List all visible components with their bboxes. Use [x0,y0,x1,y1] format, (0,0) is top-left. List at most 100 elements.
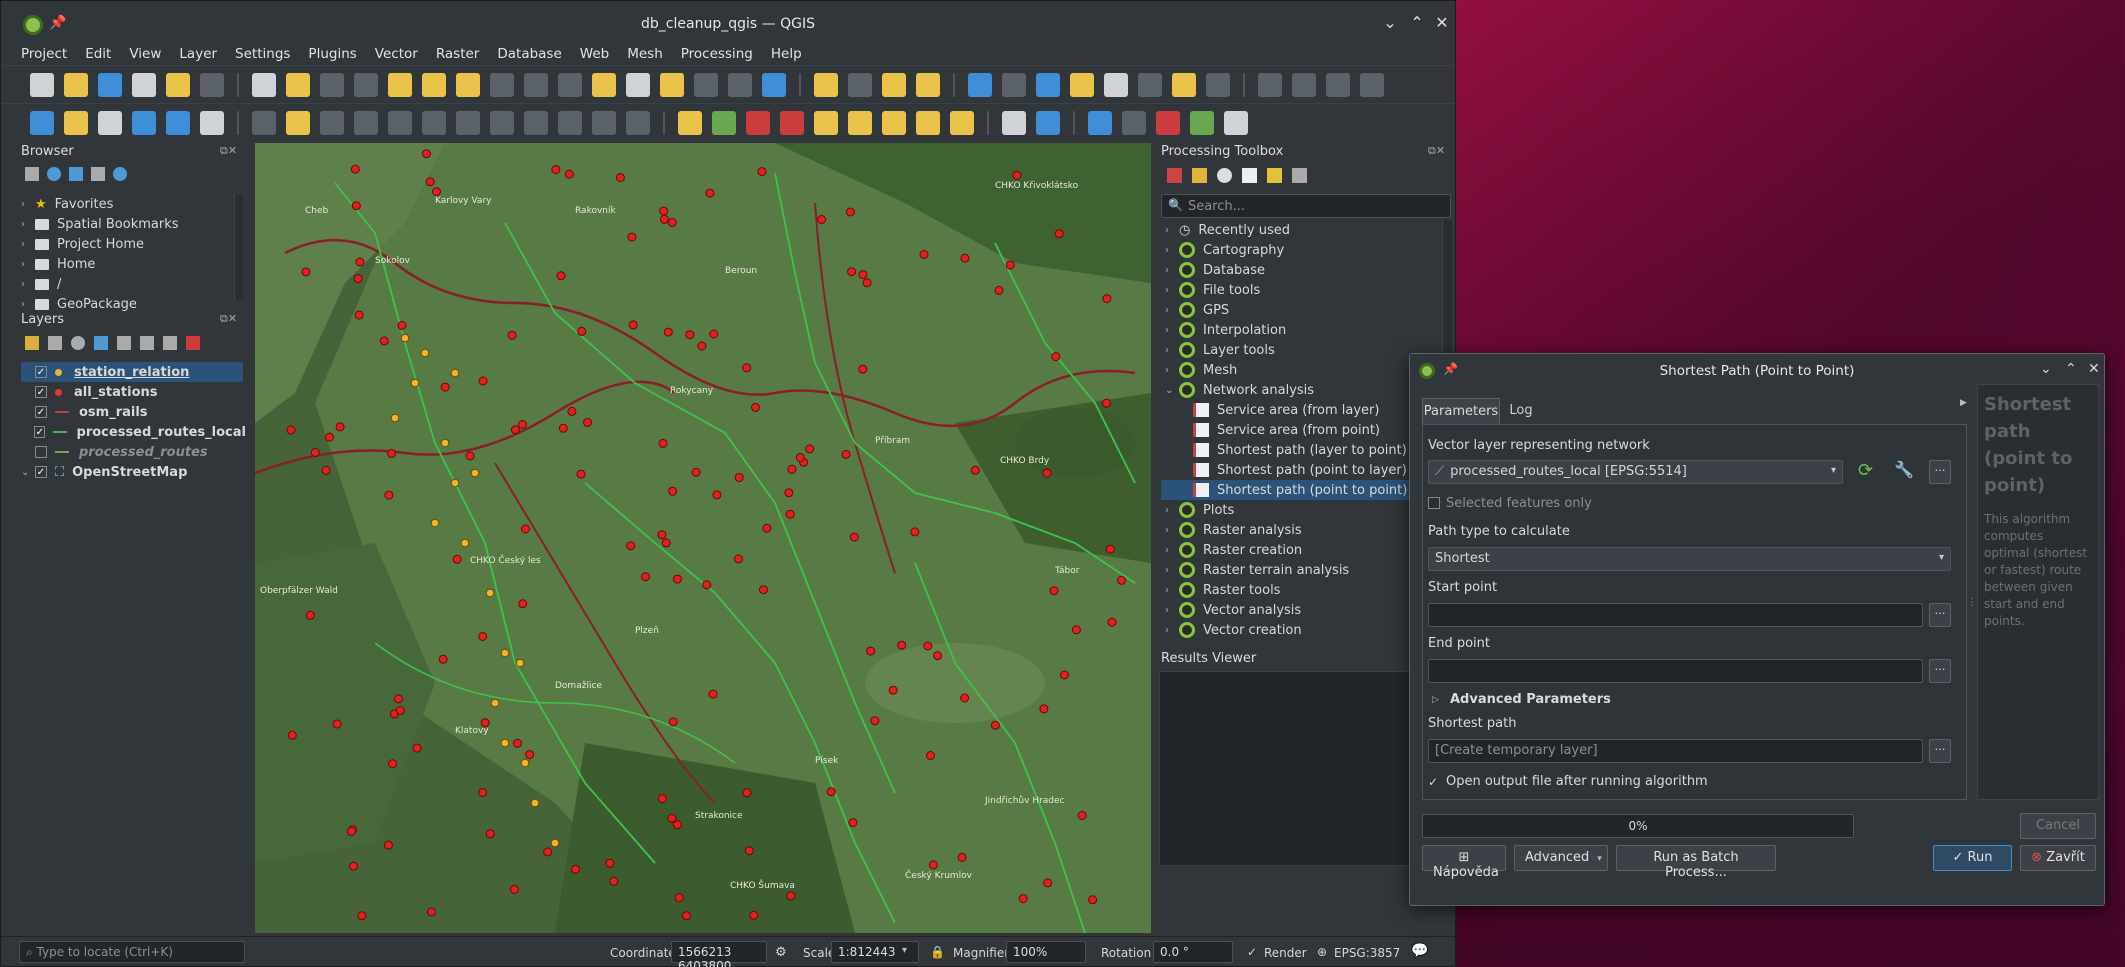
browse-network-button[interactable]: … [1929,460,1951,484]
maximize-icon[interactable]: ⌃ [1406,13,1428,32]
processing-toolbox-icon[interactable] [1036,72,1060,97]
visibility-icon[interactable] [71,336,85,350]
osm-plugin-icon[interactable] [1002,110,1026,135]
collapse-all-icon[interactable] [163,336,177,350]
chevron-right-icon[interactable]: › [1165,505,1179,516]
lock-icon[interactable]: 🔒 [930,945,945,959]
filter-legend-icon[interactable] [94,336,108,350]
chevron-right-icon[interactable]: › [1165,525,1179,536]
layer-row-openstreetmap[interactable]: ⌄ ✓ ⛶ OpenStreetMap [21,462,246,482]
new-geopackage-icon[interactable] [64,110,88,135]
identify-icon[interactable] [968,72,992,97]
zoom-in-icon[interactable] [320,72,344,97]
python-console-icon[interactable] [1036,110,1060,135]
globe-icon[interactable]: ⊕ [1317,945,1327,959]
toolbox-item-shortest-path-point-to-point[interactable]: Shortest path (point to point) [1161,480,1446,500]
scale-dropdown-icon[interactable]: ▾ [902,945,907,956]
toolbox-item-raster-analysis[interactable]: › Raster analysis [1161,520,1446,540]
messages-icon[interactable]: 💬 [1411,943,1428,959]
rotation-field[interactable]: 0.0 ° [1153,941,1233,963]
field-calculator-icon[interactable] [1104,72,1128,97]
new-shapefile-icon[interactable] [98,110,122,135]
style-manager-icon[interactable] [200,72,224,97]
toolbox-item-raster-terrain-analysis[interactable]: › Raster terrain analysis [1161,560,1446,580]
new-map-view-icon[interactable] [592,72,616,97]
zoom-layer-icon[interactable] [456,72,480,97]
chevron-right-icon[interactable]: › [1165,285,1179,296]
render-checkbox[interactable]: ✓ [1247,945,1257,959]
float-panel-icon[interactable]: ⧉✕ [220,312,237,326]
remove-layer-icon[interactable] [186,336,200,350]
georeferencer-icon[interactable] [1122,110,1146,135]
expand-icon[interactable]: › [21,199,35,210]
print-layout-icon[interactable] [132,72,156,97]
layer-visibility-checkbox[interactable] [35,446,47,458]
undo-icon[interactable] [592,110,616,135]
zoom-out-icon[interactable] [354,72,378,97]
layer-visibility-checkbox[interactable]: ✓ [34,426,46,438]
magnet-icon[interactable] [1156,110,1180,135]
scripts-icon[interactable] [1192,168,1207,183]
collapse-help-icon[interactable]: ▶ [1960,398,1967,408]
cut-icon[interactable] [490,110,514,135]
chevron-right-icon[interactable]: › [1165,245,1179,256]
topology-icon[interactable] [1224,110,1248,135]
iterate-icon[interactable]: ⟳ [1858,460,1873,481]
toolbox-item-shortest-path-point-to-layer[interactable]: Shortest path (point to layer) [1161,460,1446,480]
crs-label[interactable]: EPSG:3857 [1334,946,1400,960]
zoom-last-icon[interactable] [524,72,548,97]
layer-row-processed-routes-local[interactable]: ✓ processed_routes_local [21,422,246,442]
new-memory-layer-icon[interactable] [132,110,156,135]
layer-visibility-checkbox[interactable]: ✓ [35,466,47,478]
layer-row-all-stations[interactable]: ✓ all_stations [21,382,246,402]
chevron-right-icon[interactable]: › [1165,585,1179,596]
menu-view[interactable]: View [129,46,161,62]
magnifier-field[interactable]: 100% [1006,941,1086,963]
toolbox-item-raster-tools[interactable]: › Raster tools [1161,580,1446,600]
toolbox-item-layer-tools[interactable]: › Layer tools [1161,340,1446,360]
snap-icon[interactable] [1292,72,1316,97]
history-icon[interactable] [1217,168,1232,183]
modify-attributes-icon[interactable] [422,110,446,135]
layer-visibility-checkbox[interactable]: ✓ [35,406,47,418]
maximize-icon[interactable]: ⌃ [2065,361,2077,377]
browser-scrollbar[interactable] [234,194,243,300]
options-icon[interactable] [1292,168,1307,183]
current-edits-icon[interactable] [252,110,276,135]
browser-item-project-home[interactable]: › Project Home [21,234,241,254]
toolbox-item-vector-creation[interactable]: › Vector creation [1161,620,1446,640]
chevron-down-icon[interactable]: ⌄ [1165,385,1179,396]
coordinate-field[interactable]: 1566213 6403800 [671,941,767,967]
toolbox-item-plots[interactable]: › Plots [1161,500,1446,520]
select-features-icon[interactable] [814,72,838,97]
close-icon[interactable]: ✕ [2088,361,2100,377]
measure-icon[interactable] [1138,72,1162,97]
data-source-manager-icon[interactable] [30,110,54,135]
collapse-all-icon[interactable] [91,167,105,181]
new-3d-view-icon[interactable] [626,72,650,97]
filter-icon[interactable] [69,167,83,181]
browser-item-geopackage[interactable]: › GeoPackage [21,294,241,314]
toolbox-search[interactable]: 🔍 Search... [1161,194,1451,218]
toolbox-item-shortest-path-layer-to-point[interactable]: Shortest path (layer to point) [1161,440,1446,460]
layer-labeling-icon[interactable] [712,110,736,135]
layer-row-processed-routes[interactable]: processed_routes [21,442,246,462]
toolbox-item-network-analysis[interactable]: ⌄ Network analysis [1161,380,1446,400]
annotation-icon[interactable] [1172,72,1196,97]
toolbox-item-file-tools[interactable]: › File tools [1161,280,1446,300]
batch-process-button[interactable]: Run as Batch Process... [1616,845,1776,880]
zoom-next-icon[interactable] [558,72,582,97]
pin-labels-icon[interactable] [780,110,804,135]
expand-advanced-icon[interactable]: ▷ [1432,695,1439,705]
chevron-right-icon[interactable]: › [1165,265,1179,276]
rotate-label-icon[interactable] [882,110,906,135]
refresh-icon[interactable] [47,167,61,181]
menu-help[interactable]: Help [771,46,802,62]
pick-end-point-button[interactable]: … [1929,659,1951,683]
map-canvas[interactable]: CHKO Křivoklátsko CHKO Brdy CHKO Český les… [255,143,1151,933]
select-location-icon[interactable] [916,72,940,97]
delete-selected-icon[interactable] [456,110,480,135]
vertex-tool-icon[interactable] [388,110,412,135]
advanced-digitize-icon[interactable] [1360,72,1384,97]
bookmark-icon[interactable] [660,72,684,97]
